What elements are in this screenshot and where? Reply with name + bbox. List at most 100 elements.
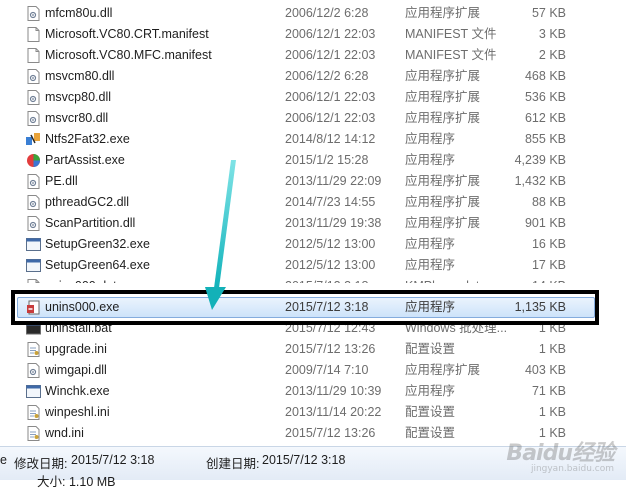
file-name: pthreadGC2.dll bbox=[45, 195, 130, 209]
modified-value: 2015/7/12 3:18 bbox=[71, 453, 155, 467]
file-row[interactable]: msvcr80.dll 2006/12/1 22:03 应用程序扩展 612 KB bbox=[0, 108, 600, 129]
file-size: 612 KB bbox=[524, 111, 566, 125]
partassist-app-icon bbox=[26, 153, 41, 168]
baidu-watermark: Baidu经验 jingyan.baidu.com bbox=[506, 435, 615, 474]
file-size: 1 KB bbox=[538, 405, 566, 419]
ini-icon bbox=[26, 342, 41, 357]
file-row[interactable]: winpeshl.ini 2013/11/14 20:22 配置设置 1 KB bbox=[0, 402, 600, 423]
dll-icon bbox=[26, 216, 41, 231]
file-row[interactable]: Microsoft.VC80.CRT.manifest 2006/12/1 22:… bbox=[0, 24, 600, 45]
dll-icon bbox=[26, 69, 41, 84]
file-date: 2015/7/12 13:26 bbox=[285, 342, 376, 356]
file-row[interactable]: wimgapi.dll 2009/7/14 7:10 应用程序扩展 403 KB bbox=[0, 360, 600, 381]
file-size: 403 KB bbox=[524, 363, 566, 377]
file-date: 2013/11/29 10:39 bbox=[285, 384, 382, 398]
file-name: ScanPartition.dll bbox=[45, 216, 136, 230]
file-type: 应用程序扩展 bbox=[405, 69, 481, 83]
ini-icon bbox=[26, 405, 41, 420]
file-type: 应用程序扩展 bbox=[405, 111, 481, 125]
file-date: 2006/12/1 22:03 bbox=[285, 111, 376, 125]
file-type: 配置设置 bbox=[405, 405, 456, 419]
file-name: SetupGreen32.exe bbox=[45, 237, 150, 251]
file-name: Winchk.exe bbox=[45, 384, 110, 398]
file-date: 2014/7/23 14:55 bbox=[285, 195, 376, 209]
file-name: msvcp80.dll bbox=[45, 90, 111, 104]
file-name: mfcm80u.dll bbox=[45, 6, 113, 20]
file-size: 1 KB bbox=[538, 342, 566, 356]
file-size: 901 KB bbox=[524, 216, 566, 230]
file-row[interactable]: Winchk.exe 2013/11/29 10:39 应用程序 71 KB bbox=[0, 381, 600, 402]
file-name: winpeshl.ini bbox=[45, 405, 110, 419]
details-pane: e 修改日期: 2015/7/12 3:18 创建日期: 2015/7/12 3… bbox=[0, 441, 626, 489]
file-name: PartAssist.exe bbox=[45, 153, 125, 167]
file-row[interactable]: PartAssist.exe 2015/1/2 15:28 应用程序 4,239 KB bbox=[0, 150, 600, 171]
file-size: 1,432 KB bbox=[514, 174, 566, 188]
file-row[interactable]: Ntfs2Fat32.exe 2014/8/12 14:12 应用程序 855 KB bbox=[0, 129, 600, 150]
file-row[interactable]: SetupGreen64.exe 2012/5/12 13:00 应用程序 17 KB bbox=[0, 255, 600, 276]
file-date: 2014/8/12 14:12 bbox=[285, 132, 376, 146]
exe-window-icon bbox=[26, 237, 41, 252]
file-type: 应用程序扩展 bbox=[405, 174, 481, 188]
file-size: 536 KB bbox=[524, 90, 566, 104]
file-row[interactable]: PE.dll 2013/11/29 22:09 应用程序扩展 1,432 KB bbox=[0, 171, 600, 192]
exe-window-icon bbox=[26, 384, 41, 399]
file-type: 配置设置 bbox=[405, 426, 456, 440]
file-icon bbox=[26, 27, 41, 42]
file-date: 2015/7/12 13:26 bbox=[285, 426, 376, 440]
file-row[interactable]: SetupGreen32.exe 2012/5/12 13:00 应用程序 16 KB bbox=[0, 234, 600, 255]
file-name: Microsoft.VC80.CRT.manifest bbox=[45, 27, 209, 41]
file-row[interactable]: msvcp80.dll 2006/12/1 22:03 应用程序扩展 536 KB bbox=[0, 87, 600, 108]
file-size: 88 KB bbox=[531, 195, 566, 209]
dll-icon bbox=[26, 195, 41, 210]
size-line: 大小: 1.10 MB bbox=[37, 475, 116, 489]
file-date: 2009/7/14 7:10 bbox=[285, 363, 369, 377]
file-type: 应用程序扩展 bbox=[405, 6, 481, 20]
file-list: mfcm80u.dll 2006/12/2 6:28 应用程序扩展 57 KB Micr… bbox=[0, 0, 626, 446]
file-type: 应用程序扩展 bbox=[405, 363, 481, 377]
ntfs-app-icon bbox=[26, 132, 41, 147]
created-value: 2015/7/12 3:18 bbox=[262, 453, 346, 467]
file-row[interactable]: Microsoft.VC80.MFC.manifest 2006/12/1 22:… bbox=[0, 45, 600, 66]
file-name: wnd.ini bbox=[45, 426, 84, 440]
file-name: upgrade.ini bbox=[45, 342, 107, 356]
file-size: 16 KB bbox=[531, 237, 566, 251]
file-row[interactable]: mfcm80u.dll 2006/12/2 6:28 应用程序扩展 57 KB bbox=[0, 3, 600, 24]
file-type: 应用程序扩展 bbox=[405, 216, 481, 230]
file-row[interactable]: ScanPartition.dll 2013/11/29 19:38 应用程序扩展 9… bbox=[0, 213, 600, 234]
file-name: SetupGreen64.exe bbox=[45, 258, 150, 272]
file-size: 468 KB bbox=[524, 69, 566, 83]
file-size: 855 KB bbox=[524, 132, 566, 146]
file-date: 2006/12/2 6:28 bbox=[285, 69, 369, 83]
file-type: 应用程序 bbox=[405, 237, 456, 251]
file-type: MANIFEST 文件 bbox=[405, 27, 497, 41]
file-size: 17 KB bbox=[531, 258, 566, 272]
file-date: 2006/12/1 22:03 bbox=[285, 48, 376, 62]
file-type: 应用程序 bbox=[405, 384, 456, 398]
file-size: 4,239 KB bbox=[514, 153, 566, 167]
modified-label: 修改日期: bbox=[14, 457, 68, 471]
file-icon bbox=[26, 48, 41, 63]
exe-window-icon bbox=[26, 258, 41, 273]
file-row[interactable]: upgrade.ini 2015/7/12 13:26 配置设置 1 KB bbox=[0, 339, 600, 360]
file-row[interactable]: msvcm80.dll 2006/12/2 6:28 应用程序扩展 468 KB bbox=[0, 66, 600, 87]
file-name: PE.dll bbox=[45, 174, 78, 188]
file-type: 应用程序 bbox=[405, 132, 456, 146]
dll-icon bbox=[26, 363, 41, 378]
file-date: 2013/11/29 22:09 bbox=[285, 174, 382, 188]
file-date: 2006/12/1 22:03 bbox=[285, 27, 376, 41]
file-name: Ntfs2Fat32.exe bbox=[45, 132, 130, 146]
file-type: 应用程序 bbox=[405, 258, 456, 272]
ini-icon bbox=[26, 426, 41, 441]
file-date: 2006/12/2 6:28 bbox=[285, 6, 369, 20]
file-size: 57 KB bbox=[531, 6, 566, 20]
file-row[interactable]: pthreadGC2.dll 2014/7/23 14:55 应用程序扩展 88 KB bbox=[0, 192, 600, 213]
file-name: msvcm80.dll bbox=[45, 69, 115, 83]
dll-icon bbox=[26, 6, 41, 21]
created-label: 创建日期: bbox=[206, 457, 260, 471]
file-type: 配置设置 bbox=[405, 342, 456, 356]
dll-icon bbox=[26, 174, 41, 189]
highlight-box bbox=[11, 290, 599, 325]
file-date: 2012/5/12 13:00 bbox=[285, 258, 376, 272]
file-date: 2015/1/2 15:28 bbox=[285, 153, 369, 167]
dll-icon bbox=[26, 111, 41, 126]
